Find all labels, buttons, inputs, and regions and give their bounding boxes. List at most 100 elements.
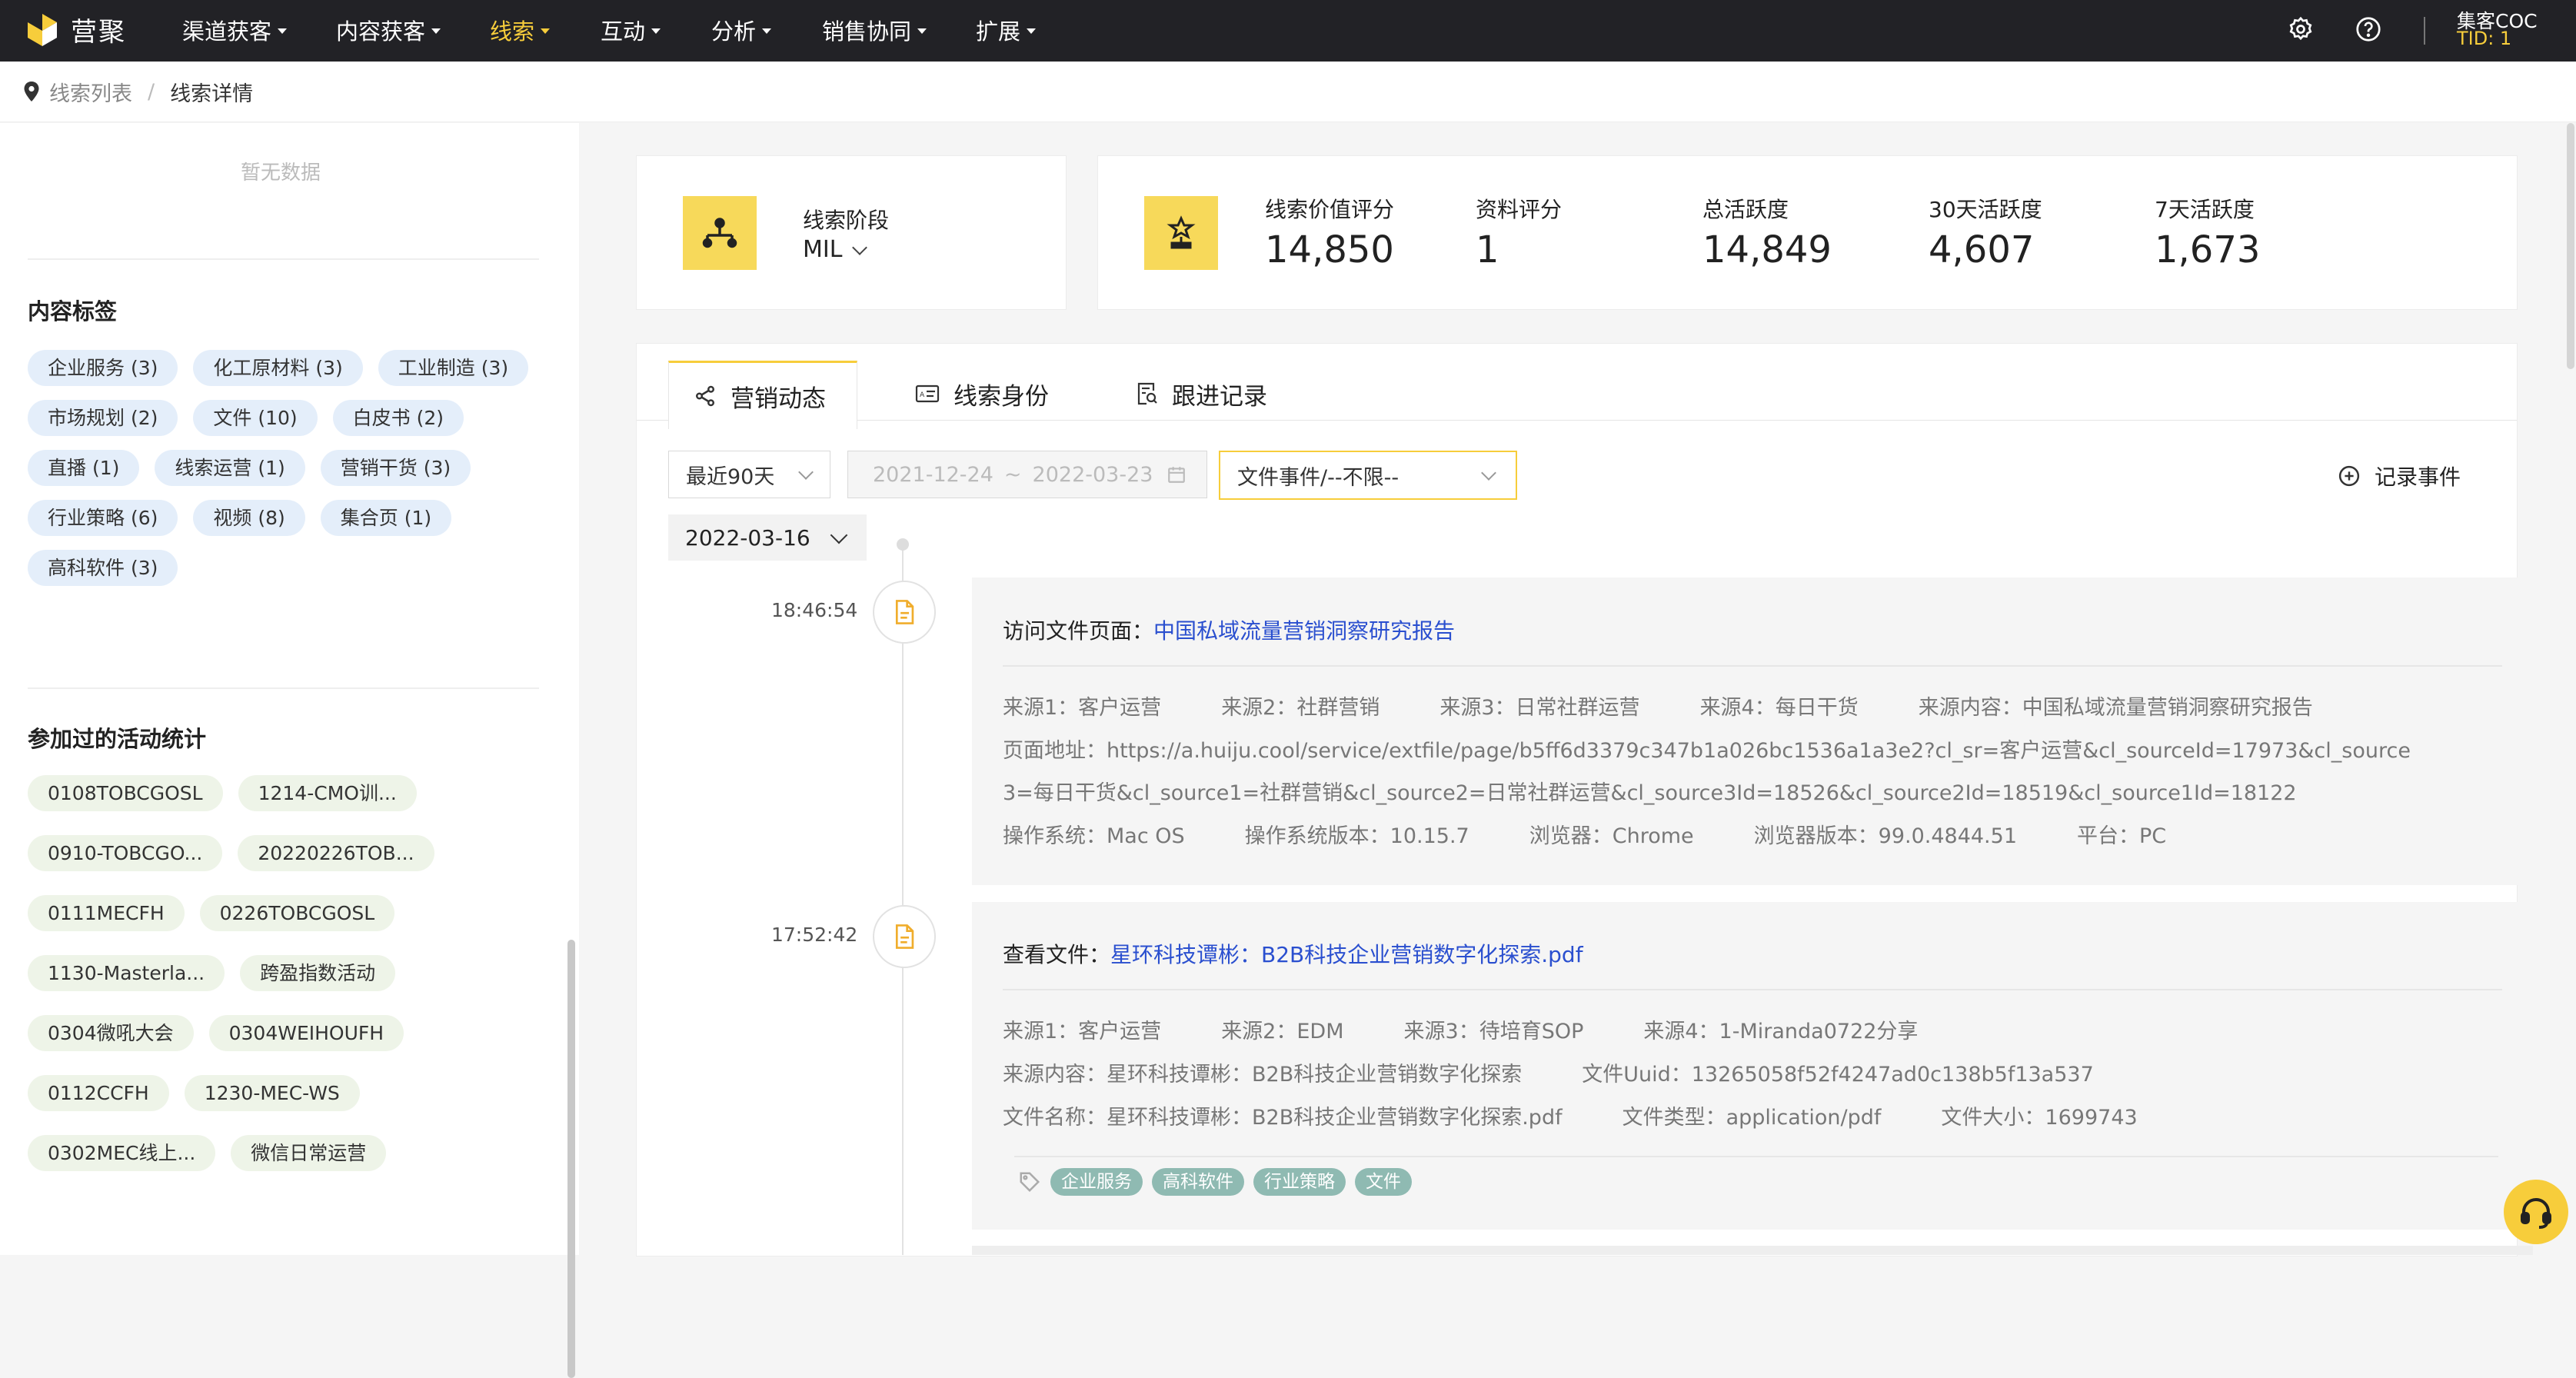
score-card: 线索价值评分 14,850 资料评分 1 总活跃度 14,849 30天活跃度 …: [1097, 155, 2518, 310]
record-event-button[interactable]: 记录事件: [2338, 461, 2461, 491]
next-event-card-edge: [972, 1246, 2533, 1255]
nav-item-sales[interactable]: 销售协同: [822, 14, 927, 46]
share-icon: [694, 384, 717, 408]
date-end: 2022-03-23: [1032, 462, 1153, 487]
content-tag[interactable]: 视频 (8): [193, 500, 305, 536]
logo[interactable]: 营聚: [25, 11, 126, 48]
tab-lead-identity[interactable]: A 线索身份: [915, 361, 1049, 427]
content-tag[interactable]: 白皮书 (2): [332, 400, 464, 436]
gear-icon[interactable]: [2287, 15, 2315, 43]
nav-item-leads[interactable]: 线索: [490, 14, 551, 46]
nav-label: 内容获客: [336, 18, 426, 45]
activity-tag[interactable]: 0226TOBCGOSL: [199, 895, 395, 931]
top-nav: 营聚 渠道获客 内容获客 线索 互动 分析 销售协同 扩展 集客COC TID:…: [0, 0, 2576, 62]
content-tag[interactable]: 工业制造 (3): [378, 350, 529, 386]
nav-label: 互动: [601, 18, 646, 45]
event-tag[interactable]: 高科软件: [1152, 1168, 1244, 1196]
metric-value-value-score: 14,850: [1265, 228, 1394, 271]
nav-item-analysis[interactable]: 分析: [711, 14, 772, 46]
activity-tag[interactable]: 1214-CMO训...: [238, 775, 417, 811]
metric-label-30day-activity: 30天活跃度: [1929, 197, 2042, 222]
empty-text: 暂无数据: [241, 161, 321, 185]
activity-tag[interactable]: 20220226TOB...: [238, 835, 434, 871]
tab-marketing-activity[interactable]: 营销动态: [668, 361, 857, 429]
stage-dropdown[interactable]: MIL: [803, 236, 868, 263]
activity-tag[interactable]: 1130-Masterla...: [28, 955, 225, 991]
date-start: 2021-12-24: [873, 462, 993, 487]
event-tag[interactable]: 文件: [1355, 1168, 1412, 1196]
content-tag[interactable]: 化工原材料 (3): [193, 350, 363, 386]
range-select[interactable]: 最近90天: [668, 451, 830, 498]
event-target-link[interactable]: 星环科技谭彬：B2B科技企业营销数字化探索.pdf: [1110, 942, 1583, 967]
support-button[interactable]: [2504, 1180, 2568, 1244]
chevron-down-icon: [830, 526, 848, 544]
activity-tag[interactable]: 跨盈指数活动: [240, 955, 396, 991]
activity-tag[interactable]: 0304WEIHOUFH: [208, 1015, 404, 1051]
metric-label-total-activity: 总活跃度: [1702, 197, 1789, 222]
breadcrumb-lead-list[interactable]: 线索列表: [49, 77, 132, 107]
event-heading: 访问文件页面：中国私域流量营销洞察研究报告: [1003, 614, 1455, 645]
event-tags: 企业服务 高科软件 行业策略 文件: [1018, 1168, 1412, 1196]
sidebar-scrollbar[interactable]: [567, 940, 575, 1378]
activity-tag[interactable]: 0910-TOBCGO...: [28, 835, 223, 871]
activity-tag[interactable]: 0302MEC线上...: [28, 1135, 216, 1171]
trophy-icon: [1164, 215, 1198, 251]
nav-item-interaction[interactable]: 互动: [601, 14, 661, 46]
file-size: 文件大小：1699743: [1941, 1106, 2138, 1130]
breadcrumb: 线索列表 / 线索详情: [0, 62, 2576, 122]
content-tag[interactable]: 高科软件 (3): [28, 550, 178, 586]
content-tag[interactable]: 企业服务 (3): [28, 350, 178, 386]
event-tag[interactable]: 行业策略: [1253, 1168, 1346, 1196]
page-scrollbar[interactable]: [2567, 123, 2574, 369]
activity-tag[interactable]: 0111MECFH: [28, 895, 185, 931]
nav-item-extend[interactable]: 扩展: [976, 14, 1037, 46]
caret-down-icon: [1027, 28, 1037, 34]
caret-down-icon: [541, 28, 551, 34]
event-type-select[interactable]: 文件事件/--不限--: [1219, 451, 1517, 500]
content-tag[interactable]: 集合页 (1): [320, 500, 452, 536]
event-card: 查看文件：星环科技谭彬：B2B科技企业营销数字化探索.pdf 来源1：客户运营来…: [972, 902, 2533, 1230]
source-content: 来源内容：中国私域流量营销洞察研究报告: [1918, 696, 2313, 720]
event-action: 查看文件：: [1003, 942, 1111, 967]
event-source-row: 来源1：客户运营 来源2：社群营销 来源3：日常社群运营 来源4：每日干货 来源内容：中…: [1003, 691, 2373, 721]
activity-tag[interactable]: 0304微吼大会: [28, 1015, 194, 1051]
activity-tag[interactable]: 1230-MEC-WS: [184, 1075, 360, 1111]
activity-stats-title: 参加过的活动统计: [28, 726, 207, 752]
nav-item-channel[interactable]: 渠道获客: [182, 14, 288, 46]
help-icon[interactable]: [2355, 15, 2382, 43]
event-target-link[interactable]: 中国私域流量营销洞察研究报告: [1153, 618, 1455, 644]
file-icon: [893, 599, 916, 625]
nav-label: 销售协同: [822, 18, 912, 45]
caret-down-icon: [651, 28, 661, 34]
activity-tag[interactable]: 0108TOBCGOSL: [28, 775, 223, 811]
content-tag[interactable]: 市场规划 (2): [28, 400, 178, 436]
range-select-value: 最近90天: [686, 464, 775, 489]
content-tag[interactable]: 线索运营 (1): [155, 450, 305, 486]
score-icon-box: [1144, 196, 1218, 270]
event-content-row: 来源内容：星环科技谭彬：B2B科技企业营销数字化探索 文件Uuid：1326505…: [1003, 1057, 2154, 1087]
chevron-down-icon: [1481, 465, 1496, 481]
timeline-line: [902, 548, 904, 1255]
caret-down-icon: [917, 28, 927, 34]
brand-name: 营聚: [71, 17, 126, 48]
content-tag[interactable]: 直播 (1): [28, 450, 140, 486]
source-content: 来源内容：星环科技谭彬：B2B科技企业营销数字化探索: [1003, 1063, 1523, 1087]
nav-item-content[interactable]: 内容获客: [336, 14, 441, 46]
caret-down-icon: [278, 28, 288, 34]
record-event-label: 记录事件: [2375, 464, 2461, 490]
date-range-picker[interactable]: 2021-12-24 ~ 2022-03-23: [847, 451, 1207, 498]
activity-tag[interactable]: 微信日常运营: [231, 1135, 387, 1171]
date-group-toggle[interactable]: 2022-03-16: [668, 514, 867, 561]
tab-follow-up[interactable]: 跟进记录: [1137, 361, 1267, 427]
activity-tag[interactable]: 0112CCFH: [28, 1075, 169, 1111]
nav-label: 分析: [711, 18, 757, 45]
source-2: 来源2：社群营销: [1221, 696, 1380, 720]
date-group-label: 2022-03-16: [685, 524, 810, 551]
event-tag[interactable]: 企业服务: [1050, 1168, 1143, 1196]
timeline-node: [873, 905, 936, 968]
stage-value: MIL: [803, 236, 843, 263]
content-tag[interactable]: 行业策略 (6): [28, 500, 178, 536]
content-tag[interactable]: 文件 (10): [193, 400, 318, 436]
sidebar-divider: [28, 258, 539, 260]
content-tag[interactable]: 营销干货 (3): [320, 450, 471, 486]
